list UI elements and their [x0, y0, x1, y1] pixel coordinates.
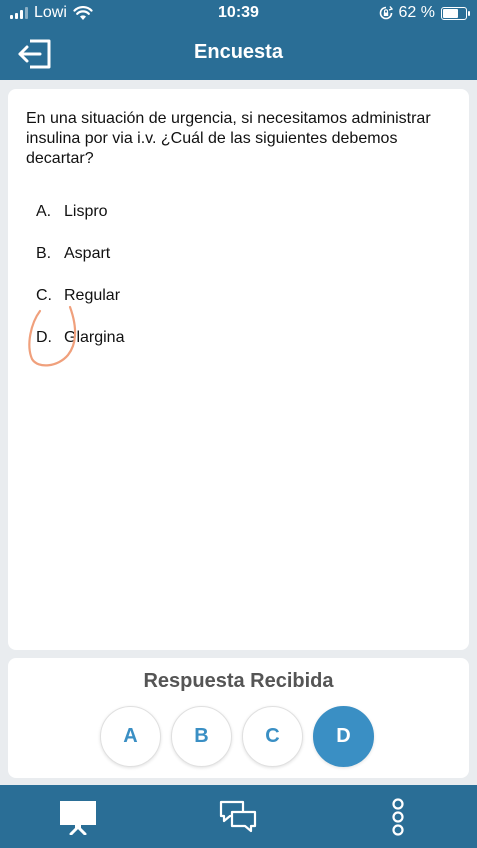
option-label: Lispro [64, 203, 108, 220]
answer-card: Respuesta Recibida A B C D [8, 658, 469, 778]
question-card: En una situación de urgencia, si necesit… [8, 89, 469, 650]
chat-icon [219, 800, 257, 833]
option-letter: C. [36, 287, 52, 304]
more-icon [392, 798, 404, 836]
option-b[interactable]: B. Aspart [36, 233, 124, 275]
answer-button-d[interactable]: D [313, 706, 374, 767]
nav-chat[interactable] [218, 799, 258, 840]
answer-button-a[interactable]: A [100, 706, 161, 767]
option-label: Glargina [64, 329, 125, 346]
option-letter: A. [36, 203, 52, 220]
answer-buttons: A B C D [100, 706, 374, 767]
presentation-icon [60, 801, 96, 836]
question-text: En una situación de urgencia, si necesit… [26, 110, 431, 167]
main-content: En una situación de urgencia, si necesit… [0, 80, 477, 785]
status-bar: Lowi 10:39 62 % [0, 0, 477, 28]
option-a[interactable]: A. Lispro [36, 191, 124, 233]
answer-title: Respuesta Recibida [143, 670, 334, 692]
option-label: Regular [64, 287, 121, 304]
status-right: 62 % [379, 4, 470, 22]
option-label: Aspart [64, 245, 111, 262]
page-title: Encuesta [194, 41, 283, 63]
battery-label: 62 % [398, 4, 435, 21]
app-header: Encuesta [0, 28, 477, 80]
rotation-lock-icon [379, 6, 393, 20]
answer-button-c[interactable]: C [242, 706, 303, 767]
option-letter: B. [36, 245, 52, 262]
nav-more[interactable] [386, 797, 410, 842]
option-c[interactable]: C. Regular [36, 275, 124, 317]
battery-icon [441, 6, 470, 20]
options-list: A. Lispro B. Aspart C. Regular D. Glargi… [36, 191, 124, 359]
option-d[interactable]: D. Glargina [36, 317, 124, 359]
nav-presentation[interactable] [58, 799, 98, 840]
answer-button-b[interactable]: B [171, 706, 232, 767]
option-letter: D. [36, 329, 52, 346]
bottom-nav [0, 785, 477, 848]
